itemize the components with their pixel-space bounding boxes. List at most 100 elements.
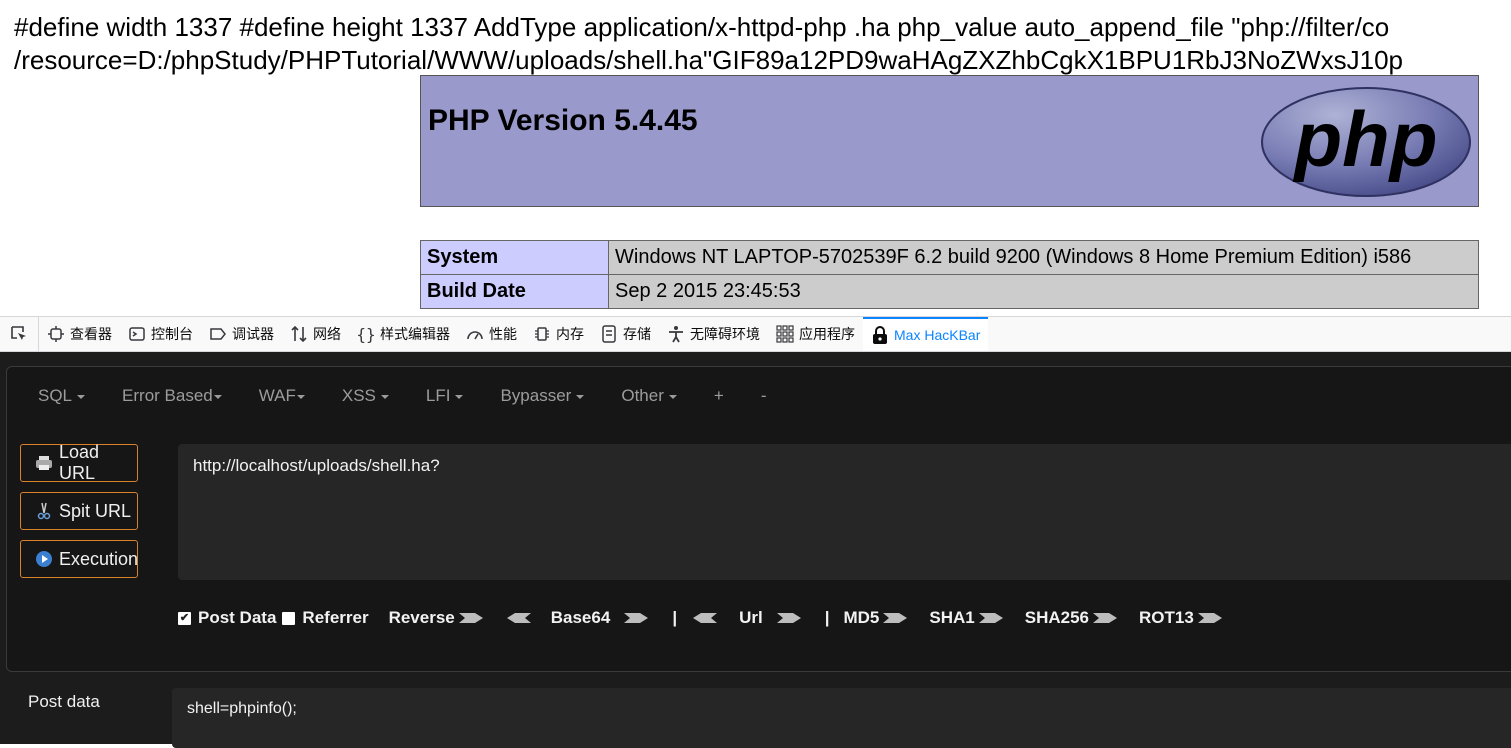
chevron-right-icon [883, 613, 908, 623]
referrer-toggle[interactable]: Referrer [282, 608, 369, 628]
post-data-toggle[interactable]: ✔ Post Data [178, 608, 276, 628]
application-icon [776, 325, 794, 343]
menu-add[interactable]: + [714, 386, 724, 406]
tab-label: 应用程序 [799, 326, 855, 342]
split-url-label: Spit URL [59, 500, 132, 521]
chevron-right-icon [1093, 613, 1117, 623]
sha1-label: SHA1 [929, 608, 975, 627]
tab-label: 存储 [623, 326, 651, 342]
console-icon [128, 325, 146, 343]
menu-lfi[interactable]: LFI [426, 386, 464, 406]
performance-icon [466, 325, 484, 343]
tab-label: 样式编辑器 [380, 326, 450, 342]
menu-remove[interactable]: - [761, 386, 767, 406]
separator: | [672, 608, 678, 627]
phpinfo-table: System Windows NT LAPTOP-5702539F 6.2 bu… [420, 240, 1479, 309]
picker-icon [11, 326, 26, 340]
chevron-right-icon [776, 613, 801, 623]
menu-label: Other [621, 386, 664, 405]
url-encode-button[interactable]: Url [739, 608, 803, 628]
tab-storage[interactable]: 存储 [592, 317, 659, 351]
menu-xss[interactable]: XSS [342, 386, 389, 406]
network-icon [290, 325, 308, 343]
caret-down-icon [77, 394, 86, 399]
rot13-button[interactable]: ROT13 [1139, 608, 1224, 628]
caret-down-icon [668, 394, 677, 399]
tab-style-editor[interactable]: {} 样式编辑器 [349, 317, 458, 351]
menu-label: LFI [425, 386, 451, 405]
tab-label: 无障碍环境 [690, 326, 760, 342]
tab-memory[interactable]: 内存 [525, 317, 592, 351]
element-picker-button[interactable] [0, 317, 39, 351]
table-row: Build Date Sep 2 2015 23:45:53 [420, 274, 1479, 309]
caret-down-icon [296, 394, 305, 399]
md5-button[interactable]: MD5 [843, 608, 909, 628]
tab-inspector[interactable]: 查看器 [39, 317, 120, 351]
menu-other[interactable]: Other [621, 386, 677, 406]
url-label: Url [739, 608, 763, 627]
php-logo-text: php [1293, 95, 1438, 183]
reverse-button[interactable]: Reverse [389, 608, 485, 628]
tab-label: 性能 [489, 326, 517, 342]
menu-bypasser[interactable]: Bypasser [500, 386, 585, 406]
printer-icon [35, 454, 53, 472]
chevron-left-icon[interactable] [691, 612, 718, 624]
php-logo: php [1261, 87, 1471, 197]
table-row: System Windows NT LAPTOP-5702539F 6.2 bu… [420, 240, 1479, 275]
play-icon [35, 550, 53, 568]
execution-button[interactable]: Execution [20, 540, 138, 578]
tab-performance[interactable]: 性能 [458, 317, 525, 351]
tab-label: 网络 [313, 326, 341, 342]
sha1-button[interactable]: SHA1 [929, 608, 1004, 628]
split-url-button[interactable]: Spit URL [20, 492, 138, 530]
chevron-right-icon [624, 613, 649, 623]
storage-icon [600, 325, 618, 343]
raw-text-line-2: /resource=D:/phpStudy/PHPTutorial/WWW/up… [14, 45, 1404, 75]
reverse-label: Reverse [388, 608, 455, 627]
sha256-button[interactable]: SHA256 [1025, 608, 1119, 628]
menu-label: Error Based [122, 386, 213, 405]
table-key: Build Date [420, 274, 609, 309]
tab-label: 调试器 [232, 326, 274, 342]
load-url-button[interactable]: Load URL [20, 442, 138, 483]
caret-down-icon [213, 394, 222, 399]
php-version-title: PHP Version 5.4.45 [428, 104, 698, 137]
caret-down-icon [576, 394, 585, 399]
table-key: System [420, 240, 609, 275]
sha256-label: SHA256 [1024, 608, 1089, 627]
tab-label: 查看器 [70, 326, 112, 342]
menu-label: Bypasser [500, 386, 572, 405]
caret-down-icon [380, 394, 389, 399]
rot13-label: ROT13 [1139, 608, 1194, 627]
table-value: Sep 2 2015 23:45:53 [608, 274, 1479, 309]
menu-label: SQL [38, 386, 73, 405]
referrer-checkbox[interactable] [282, 611, 296, 625]
tab-label: Max HacKBar [894, 327, 981, 343]
style-editor-icon: {} [356, 324, 376, 344]
phpinfo-header: PHP Version 5.4.45 php [420, 75, 1479, 207]
menu-waf[interactable]: WAF [259, 386, 305, 406]
tab-debugger[interactable]: 调试器 [201, 317, 282, 351]
post-data-textarea[interactable]: shell=phpinfo(); [172, 688, 1511, 748]
tab-console[interactable]: 控制台 [120, 317, 201, 351]
url-textarea[interactable]: http://localhost/uploads/shell.ha? [178, 444, 1511, 580]
tab-max-hackbar[interactable]: Max HacKBar [863, 317, 989, 351]
tab-network[interactable]: 网络 [282, 317, 349, 351]
accessibility-icon [667, 325, 685, 343]
post-data-checkbox[interactable]: ✔ [178, 611, 191, 625]
menu-sql[interactable]: SQL [38, 386, 86, 406]
hackbar-menu: SQL Error Based WAF XSS LFI Bypasser Oth… [38, 386, 803, 406]
chevron-right-icon [978, 613, 1003, 623]
tab-accessibility[interactable]: 无障碍环境 [659, 317, 768, 351]
inspector-icon [47, 325, 65, 343]
check-icon: ✔ [179, 611, 190, 624]
devtools-toolbar: 查看器 控制台 调试器 网络 {} 样式编辑器 性能 内存 存储 无障碍环境 应… [0, 316, 1511, 352]
md5-label: MD5 [843, 608, 880, 627]
menu-error-based[interactable]: Error Based [122, 386, 222, 406]
page-content: #define width 1337 #define height 1337 A… [0, 0, 1511, 316]
memory-icon [533, 325, 551, 343]
base64-button[interactable]: Base64 [551, 608, 651, 628]
chevron-left-icon[interactable] [505, 612, 531, 624]
execution-label: Execution [59, 548, 139, 569]
tab-application[interactable]: 应用程序 [768, 317, 863, 351]
